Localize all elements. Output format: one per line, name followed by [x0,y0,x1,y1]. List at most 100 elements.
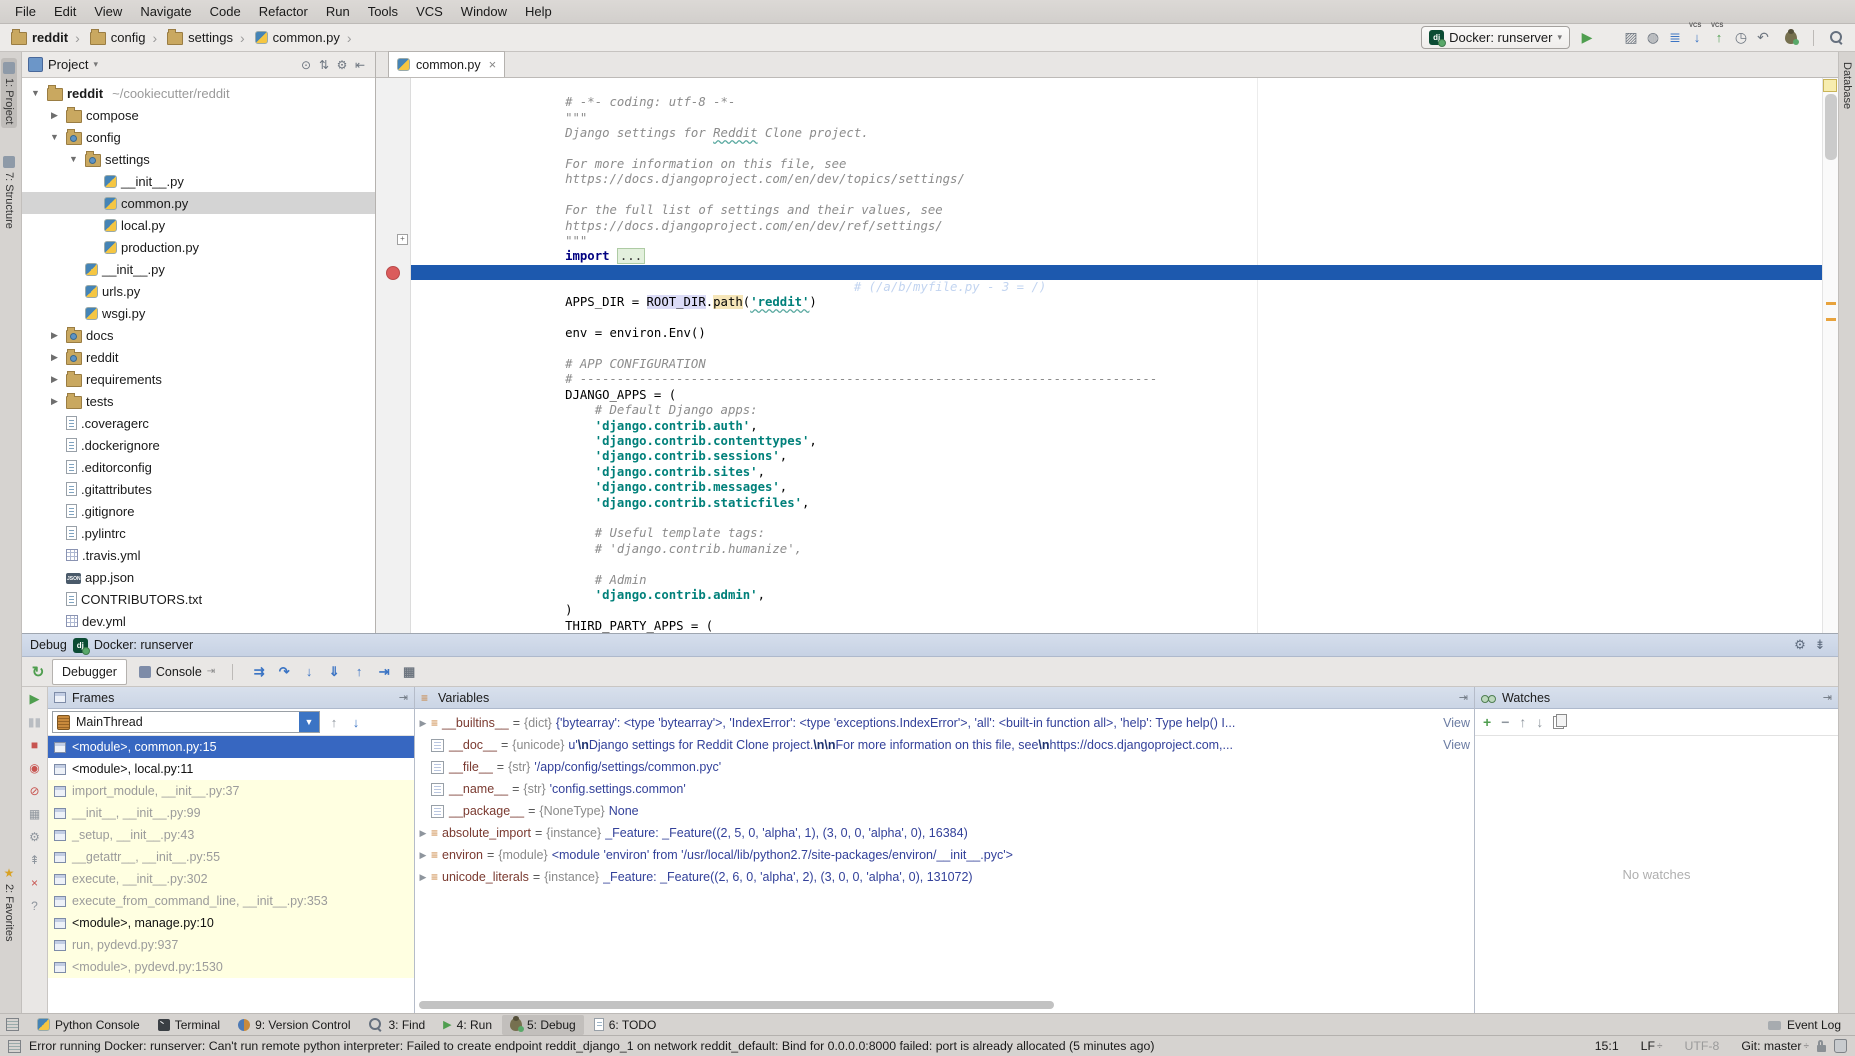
lock-icon[interactable] [1817,1045,1826,1052]
scrollbar-thumb[interactable] [1825,94,1837,160]
variable-row[interactable]: __name__ = {str} 'config.settings.common… [415,778,1474,800]
tab-debugger[interactable]: Debugger [52,659,127,685]
panel-header-icon[interactable]: ⚙ [1790,637,1810,653]
tree-item[interactable]: .gitattributes [22,478,375,500]
vcs-update-icon[interactable]: ↓ [1686,27,1708,49]
force-step-into-icon[interactable]: ⇓ [323,661,345,683]
mute-breakpoints-icon[interactable]: ⊘ [26,783,44,799]
tree-item[interactable]: production.py [22,236,375,258]
panel-header-icon[interactable]: ⇟ [1810,637,1830,653]
frame-row[interactable]: execute_from_command_line, __init__.py:3… [48,890,414,912]
variable-row[interactable]: ≡ absolute_import = {instance} _Feature:… [415,822,1474,844]
code-line[interactable]: 'django.contrib.contenttypes', [411,419,1838,434]
tree-item[interactable]: __init__.py [22,170,375,192]
code-line[interactable]: """ [411,219,1838,234]
tool-stripe-button[interactable]: 1: Project [1,58,17,128]
tool-window-tab[interactable]: 3: Find [360,1015,433,1035]
variable-row[interactable]: __file__ = {str} '/app/config/settings/c… [415,756,1474,778]
tree-chevron-icon[interactable] [28,88,43,98]
code-line[interactable]: # --------------------------------------… [411,357,1838,372]
panel-header-icon[interactable]: ⇤ [351,58,369,72]
code-line[interactable]: 'crispy_forms', # Form layouts [411,619,1838,633]
frame-row[interactable]: import_module, __init__.py:37 [48,780,414,802]
frame-row[interactable]: _setup, __init__.py:43 [48,824,414,846]
frame-row[interactable]: <module>, pydevd.py:1530 [48,956,414,978]
menu-item[interactable]: Refactor [250,2,317,21]
tree-chevron-icon[interactable] [47,396,62,407]
menu-item[interactable]: Tools [359,2,407,21]
tool-window-tab[interactable]: 6: TODO [586,1015,665,1035]
panel-header-icon[interactable]: ⇅ [315,58,333,72]
move-up-icon[interactable]: ↑ [1519,714,1526,730]
close-icon[interactable]: × [26,875,44,891]
breadcrumb-item[interactable]: common.py › [252,29,357,47]
tree-item[interactable]: .dockerignore [22,434,375,456]
variable-row[interactable]: ≡ __builtins__ = {dict} {'bytearray': <t… [415,712,1474,734]
frame-row[interactable]: <module>, local.py:11 [48,758,414,780]
step-into-icon[interactable]: ↓ [298,661,320,683]
step-over-icon[interactable]: ↷ [273,661,295,683]
move-down-icon[interactable]: ↓ [1536,714,1543,730]
tree-chevron-icon[interactable] [47,352,62,363]
tree-item[interactable]: tests [22,390,375,412]
expand-icon[interactable] [415,850,431,861]
tree-item[interactable]: requirements [22,368,375,390]
tree-chevron-icon[interactable] [47,330,62,341]
code-line[interactable]: For the full list of settings and their … [411,188,1838,203]
tool-stripe-button[interactable]: 7: Structure [1,152,17,233]
code-line[interactable]: For more information on this file, see [411,142,1838,157]
tab-console[interactable]: Console ⇥ [129,659,225,685]
expand-icon[interactable] [415,828,431,839]
expand-icon[interactable] [415,872,431,883]
code-line[interactable]: https://docs.djangoproject.com/en/dev/re… [411,203,1838,218]
frame-row[interactable]: <module>, manage.py:10 [48,912,414,934]
debug-icon[interactable] [1598,27,1620,49]
horizontal-scrollbar-thumb[interactable] [419,1001,1054,1009]
file-encoding-widget[interactable]: UTF-8 [1685,1039,1720,1053]
fold-expand-icon[interactable]: + [397,234,408,245]
dropdown-icon[interactable]: ▼ [299,712,319,732]
status-message[interactable]: Error running Docker: runserver: Can't r… [29,1039,1573,1053]
code-line[interactable]: 'django.contrib.sites', [411,449,1838,464]
tool-window-tab[interactable]: 9: Version Control [230,1015,358,1035]
tool-window-tab[interactable]: Terminal [150,1015,228,1035]
rerun-icon[interactable]: ↻ [26,663,50,681]
search-everywhere-icon[interactable] [1825,27,1847,49]
variable-row[interactable]: __package__ = {NoneType} None [415,800,1474,822]
menu-item[interactable]: Edit [45,2,85,21]
tree-item[interactable]: __init__.py [22,258,375,280]
inspection-profile-icon[interactable] [1834,1039,1847,1053]
run-to-cursor-icon[interactable]: ⇥ [373,661,395,683]
code-line[interactable] [411,249,1838,264]
code-line[interactable]: """ [411,95,1838,110]
tool-window-tab[interactable]: ▶ 4: Run [435,1015,500,1035]
tree-item[interactable]: .pylintrc [22,522,375,544]
tree-item[interactable]: .editorconfig [22,456,375,478]
view-link[interactable]: View [1443,716,1470,730]
frame-row[interactable]: run, pydevd.py:937 [48,934,414,956]
help-icon[interactable]: ? [26,898,44,914]
copy-icon[interactable] [1553,716,1564,729]
caret-position[interactable]: 15:1 [1595,1039,1619,1053]
running-list-icon[interactable]: ≣ [1664,27,1686,49]
remove-watch-icon[interactable]: − [1501,714,1509,730]
event-log-button[interactable]: Event Log [1768,1018,1849,1032]
warning-stripe-mark[interactable] [1826,318,1836,321]
evaluate-expression-icon[interactable]: ▦ [398,661,420,683]
code-line[interactable] [411,126,1838,141]
debug-bug-icon[interactable] [1780,27,1802,49]
variable-row[interactable]: __doc__ = {unicode} u'\nDjango settings … [415,734,1474,756]
warning-stripe-mark[interactable] [1826,302,1836,305]
hide-panel-icon[interactable]: ⇥ [1459,691,1468,704]
step-out-icon[interactable]: ↑ [348,661,370,683]
run-configuration-select[interactable]: dj Docker: runserver ▾ [1421,26,1570,49]
code-line[interactable]: 'django.contrib.staticfiles', [411,480,1838,495]
panel-header-icon[interactable]: ⊙ [297,58,315,72]
tree-item[interactable]: reddit ~/cookiecutter/reddit [22,82,375,104]
show-execution-point-icon[interactable]: ⇉ [248,661,270,683]
code-line[interactable] [411,326,1838,341]
previous-frame-icon[interactable]: ↑ [326,715,342,730]
frame-row[interactable]: __getattr__, __init__.py:55 [48,846,414,868]
tree-item[interactable]: reddit [22,346,375,368]
breakpoint-icon[interactable] [386,266,400,280]
